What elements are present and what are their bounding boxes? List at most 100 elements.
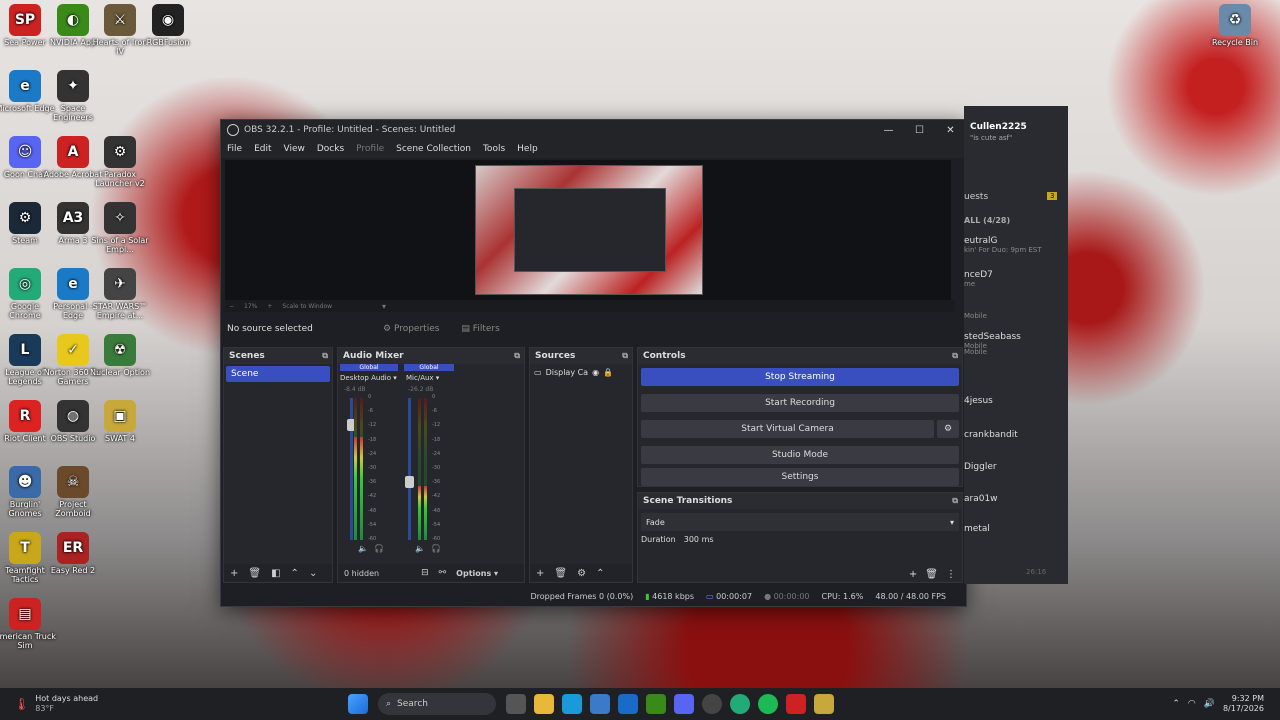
zoom-out-icon[interactable]: − bbox=[229, 303, 234, 310]
duration-input[interactable]: 300 ms bbox=[684, 535, 714, 544]
taskbar-search[interactable]: ⌕ Search bbox=[378, 693, 496, 715]
gear-icon[interactable]: ⚙ bbox=[577, 568, 586, 579]
discord-icon[interactable] bbox=[674, 694, 694, 714]
friend-row[interactable]: Mobile bbox=[964, 348, 1064, 356]
options-button[interactable]: Options ▾ bbox=[456, 569, 498, 578]
volume-fader-track[interactable] bbox=[408, 398, 411, 540]
file-explorer-icon[interactable] bbox=[534, 694, 554, 714]
maximize-icon[interactable]: ☐ bbox=[904, 125, 935, 136]
filter-icon[interactable]: ◧ bbox=[271, 568, 280, 579]
desktop-icon[interactable]: ▣ SWAT 4 bbox=[89, 400, 151, 443]
start-virtual-camera-button[interactable]: Start Virtual Camera bbox=[641, 420, 934, 438]
chat-username: Cullen2225 bbox=[970, 122, 1027, 132]
speaker-icon[interactable]: 🔈 bbox=[415, 544, 425, 553]
desktop-icon[interactable]: ⚙ Paradox Launcher v2 bbox=[89, 136, 151, 188]
trash-icon[interactable]: 🗑 bbox=[248, 568, 261, 579]
friend-row[interactable]: Diggler bbox=[964, 462, 1064, 472]
desktop-icon[interactable]: ✧ Sins of a Solar Empi... bbox=[89, 202, 151, 254]
minimize-icon[interactable]: — bbox=[873, 125, 904, 136]
menu-profile[interactable]: Profile bbox=[356, 144, 384, 154]
volume-fader-handle[interactable] bbox=[405, 476, 414, 489]
clock[interactable]: 9:32 PM 8/17/2026 bbox=[1223, 694, 1264, 714]
app-icon[interactable] bbox=[814, 694, 834, 714]
weather-widget[interactable]: 🌡 Hot days ahead 83°F bbox=[14, 694, 344, 714]
chevron-down-icon[interactable]: ⌄ bbox=[309, 568, 317, 579]
task-view-icon[interactable] bbox=[506, 694, 526, 714]
store-icon[interactable] bbox=[590, 694, 610, 714]
friend-row[interactable]: ara01w bbox=[964, 494, 1064, 504]
menu-file[interactable]: File bbox=[227, 144, 242, 154]
add-icon[interactable]: + bbox=[230, 568, 238, 579]
undock-icon[interactable]: ⧉ bbox=[514, 351, 520, 361]
lock-icon[interactable]: 🔒 bbox=[603, 368, 613, 377]
menu-edit[interactable]: Edit bbox=[254, 144, 271, 154]
chevron-down-icon[interactable]: ▾ bbox=[382, 302, 386, 311]
add-icon[interactable]: + bbox=[536, 568, 544, 579]
tray-chevron-icon[interactable]: ⌃ bbox=[1172, 699, 1180, 709]
tray-wifi-icon[interactable]: ◠ bbox=[1188, 699, 1196, 709]
more-icon[interactable]: ⋮ bbox=[946, 569, 956, 580]
channel-name-mic[interactable]: Mic/Aux ▾ bbox=[406, 374, 439, 382]
undock-icon[interactable]: ⧉ bbox=[622, 351, 628, 361]
outlook-icon[interactable] bbox=[618, 694, 638, 714]
preview-canvas[interactable] bbox=[225, 160, 951, 300]
desktop-icon[interactable]: ✦ Space Engineers bbox=[42, 70, 104, 122]
nvidia-icon[interactable] bbox=[646, 694, 666, 714]
stop-streaming-button[interactable]: Stop Streaming bbox=[641, 368, 959, 386]
edge-icon[interactable] bbox=[562, 694, 582, 714]
friend-row[interactable]: eutralG kin' For Duo: 9pm EST bbox=[964, 236, 1064, 254]
close-icon[interactable]: ✕ bbox=[935, 125, 966, 136]
friend-row[interactable]: 4jesus bbox=[964, 396, 1064, 406]
layout-icon[interactable]: ⊟ bbox=[421, 568, 429, 578]
scene-item[interactable]: Scene bbox=[226, 366, 330, 382]
undock-icon[interactable]: ⧉ bbox=[952, 351, 958, 361]
menu-help[interactable]: Help bbox=[517, 144, 538, 154]
desktop-icon[interactable]: ♻ Recycle Bin bbox=[1204, 4, 1266, 47]
quests-label[interactable]: uests 3 bbox=[964, 192, 1064, 202]
source-item[interactable]: ▭ Display Ca ◉ 🔒 bbox=[530, 364, 632, 381]
app-icon[interactable] bbox=[786, 694, 806, 714]
undock-icon[interactable]: ⧉ bbox=[952, 496, 958, 506]
desktop-icon[interactable]: ▤ American Truck Sim bbox=[0, 598, 56, 650]
zoom-mode[interactable]: Scale to Window bbox=[282, 303, 332, 310]
tray-volume-icon[interactable]: 🔊 bbox=[1204, 699, 1215, 709]
filters-button[interactable]: ▤ Filters bbox=[455, 322, 505, 336]
trash-icon[interactable]: 🗑 bbox=[925, 569, 938, 580]
start-recording-button[interactable]: Start Recording bbox=[641, 394, 959, 412]
desktop-icon[interactable]: ER Easy Red 2 bbox=[42, 532, 104, 575]
menu-scene-collection[interactable]: Scene Collection bbox=[396, 144, 471, 154]
menu-docks[interactable]: Docks bbox=[317, 144, 344, 154]
headphones-icon[interactable]: 🎧 bbox=[374, 544, 384, 553]
friend-row[interactable]: metal bbox=[964, 524, 1064, 534]
chrome-icon[interactable] bbox=[730, 694, 750, 714]
friend-row[interactable]: nceD7 me bbox=[964, 270, 1064, 288]
obs-icon[interactable] bbox=[702, 694, 722, 714]
menu-tools[interactable]: Tools bbox=[483, 144, 505, 154]
gear-icon[interactable]: ⚙ bbox=[937, 420, 959, 438]
chevron-up-icon[interactable]: ⌃ bbox=[596, 568, 604, 579]
eye-icon[interactable]: ◉ bbox=[592, 368, 599, 377]
desktop-icon[interactable]: ◉ RGBFusion bbox=[137, 4, 199, 47]
undock-icon[interactable]: ⧉ bbox=[322, 351, 328, 361]
headphones-icon[interactable]: 🎧 bbox=[431, 544, 441, 553]
friend-row[interactable]: Mobile bbox=[964, 312, 1064, 320]
friend-row[interactable]: crankbandit bbox=[964, 430, 1064, 440]
windows-start-icon[interactable] bbox=[348, 694, 368, 714]
spotify-icon[interactable] bbox=[758, 694, 778, 714]
chevron-up-icon[interactable]: ⌃ bbox=[291, 568, 299, 579]
channel-name-desktop[interactable]: Desktop Audio ▾ bbox=[340, 374, 397, 382]
studio-mode-button[interactable]: Studio Mode bbox=[641, 446, 959, 464]
trash-icon[interactable]: 🗑 bbox=[554, 568, 567, 579]
desktop-icon[interactable]: ☢ Nuclear Option bbox=[89, 334, 151, 377]
weather-icon: 🌡 bbox=[14, 697, 30, 711]
menu-view[interactable]: View bbox=[284, 144, 305, 154]
settings-button[interactable]: Settings bbox=[641, 468, 959, 486]
add-icon[interactable]: + bbox=[909, 569, 917, 580]
transition-select[interactable]: Fade ▾ bbox=[641, 513, 959, 531]
desktop-icon[interactable]: ✈ STAR WARS™ Empire at... bbox=[89, 268, 151, 320]
link-icon[interactable]: ⚯ bbox=[439, 568, 447, 578]
desktop-icon[interactable]: ☠ Project Zomboid bbox=[42, 466, 104, 518]
speaker-icon[interactable]: 🔈 bbox=[358, 544, 368, 553]
properties-button[interactable]: ⚙ Properties bbox=[377, 322, 445, 336]
zoom-in-icon[interactable]: + bbox=[267, 303, 272, 310]
